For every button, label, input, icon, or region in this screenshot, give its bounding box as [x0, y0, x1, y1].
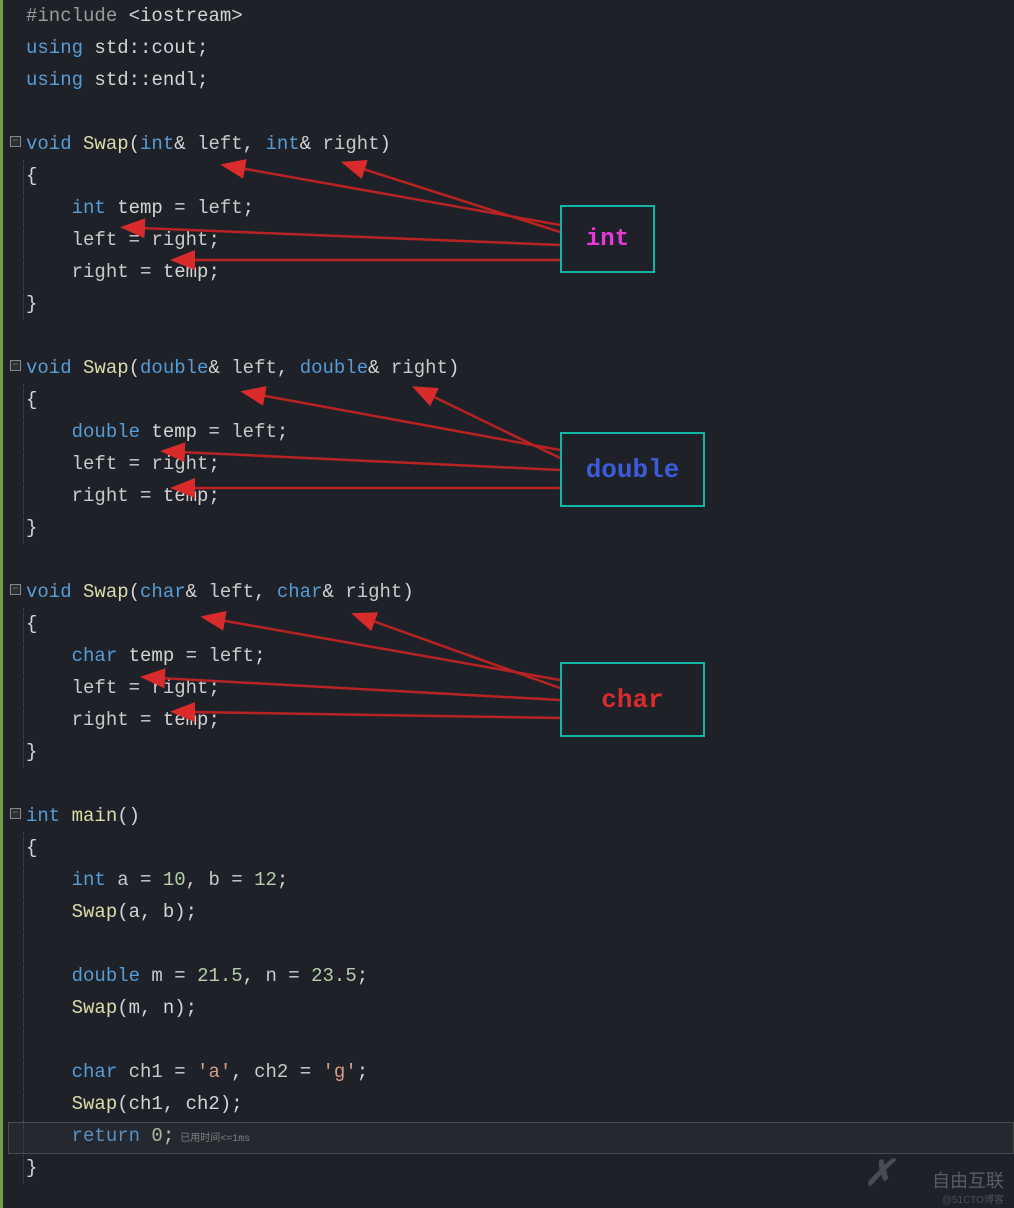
- code-line: right = temp;: [8, 704, 1014, 736]
- code-line: [8, 320, 1014, 352]
- code-editor[interactable]: #include <iostream> using std::cout; usi…: [0, 0, 1014, 1184]
- code-line: #include <iostream>: [8, 0, 1014, 32]
- code-line: left = right;: [8, 672, 1014, 704]
- watermark-text: 自由互联: [932, 1167, 1004, 1193]
- annotation-box-double: double: [560, 432, 705, 507]
- code-line: [8, 96, 1014, 128]
- code-line: −void Swap(char& left, char& right): [8, 576, 1014, 608]
- code-line: int a = 10, b = 12;: [8, 864, 1014, 896]
- code-line: right = temp;: [8, 480, 1014, 512]
- watermark-sub: @51CTO博客: [942, 1191, 1004, 1206]
- code-line: left = right;: [8, 448, 1014, 480]
- code-line: left = right;: [8, 224, 1014, 256]
- code-line: }: [8, 512, 1014, 544]
- annotation-box-char: char: [560, 662, 705, 737]
- code-line: {: [8, 608, 1014, 640]
- code-line: using std::endl;: [8, 64, 1014, 96]
- code-line: −void Swap(double& left, double& right): [8, 352, 1014, 384]
- code-line: [8, 928, 1014, 960]
- code-line: {: [8, 832, 1014, 864]
- code-line: Swap(m, n);: [8, 992, 1014, 1024]
- code-line: {: [8, 384, 1014, 416]
- code-line: right = temp;: [8, 256, 1014, 288]
- annotation-box-int: int: [560, 205, 655, 273]
- code-line: char temp = left;: [8, 640, 1014, 672]
- code-line: using std::cout;: [8, 32, 1014, 64]
- code-line: Swap(ch1, ch2);: [8, 1088, 1014, 1120]
- code-line: [8, 544, 1014, 576]
- code-line: char ch1 = 'a', ch2 = 'g';: [8, 1056, 1014, 1088]
- code-line: −void Swap(int& left, int& right): [8, 128, 1014, 160]
- code-line: [8, 1024, 1014, 1056]
- watermark-logo-icon: ✗: [864, 1153, 894, 1196]
- code-line: [8, 768, 1014, 800]
- code-line: −int main(): [8, 800, 1014, 832]
- code-line: }: [8, 288, 1014, 320]
- code-line: return 0; 已用时间<=1ms: [8, 1120, 1014, 1152]
- code-line: int temp = left;: [8, 192, 1014, 224]
- fold-minus-icon[interactable]: −: [10, 360, 21, 371]
- code-line: double m = 21.5, n = 23.5;: [8, 960, 1014, 992]
- fold-minus-icon[interactable]: −: [10, 136, 21, 147]
- code-line: {: [8, 160, 1014, 192]
- fold-minus-icon[interactable]: −: [10, 808, 21, 819]
- code-line: }: [8, 736, 1014, 768]
- code-line: double temp = left;: [8, 416, 1014, 448]
- code-line: Swap(a, b);: [8, 896, 1014, 928]
- timing-hint: 已用时间<=1ms: [174, 1134, 250, 1145]
- fold-minus-icon[interactable]: −: [10, 584, 21, 595]
